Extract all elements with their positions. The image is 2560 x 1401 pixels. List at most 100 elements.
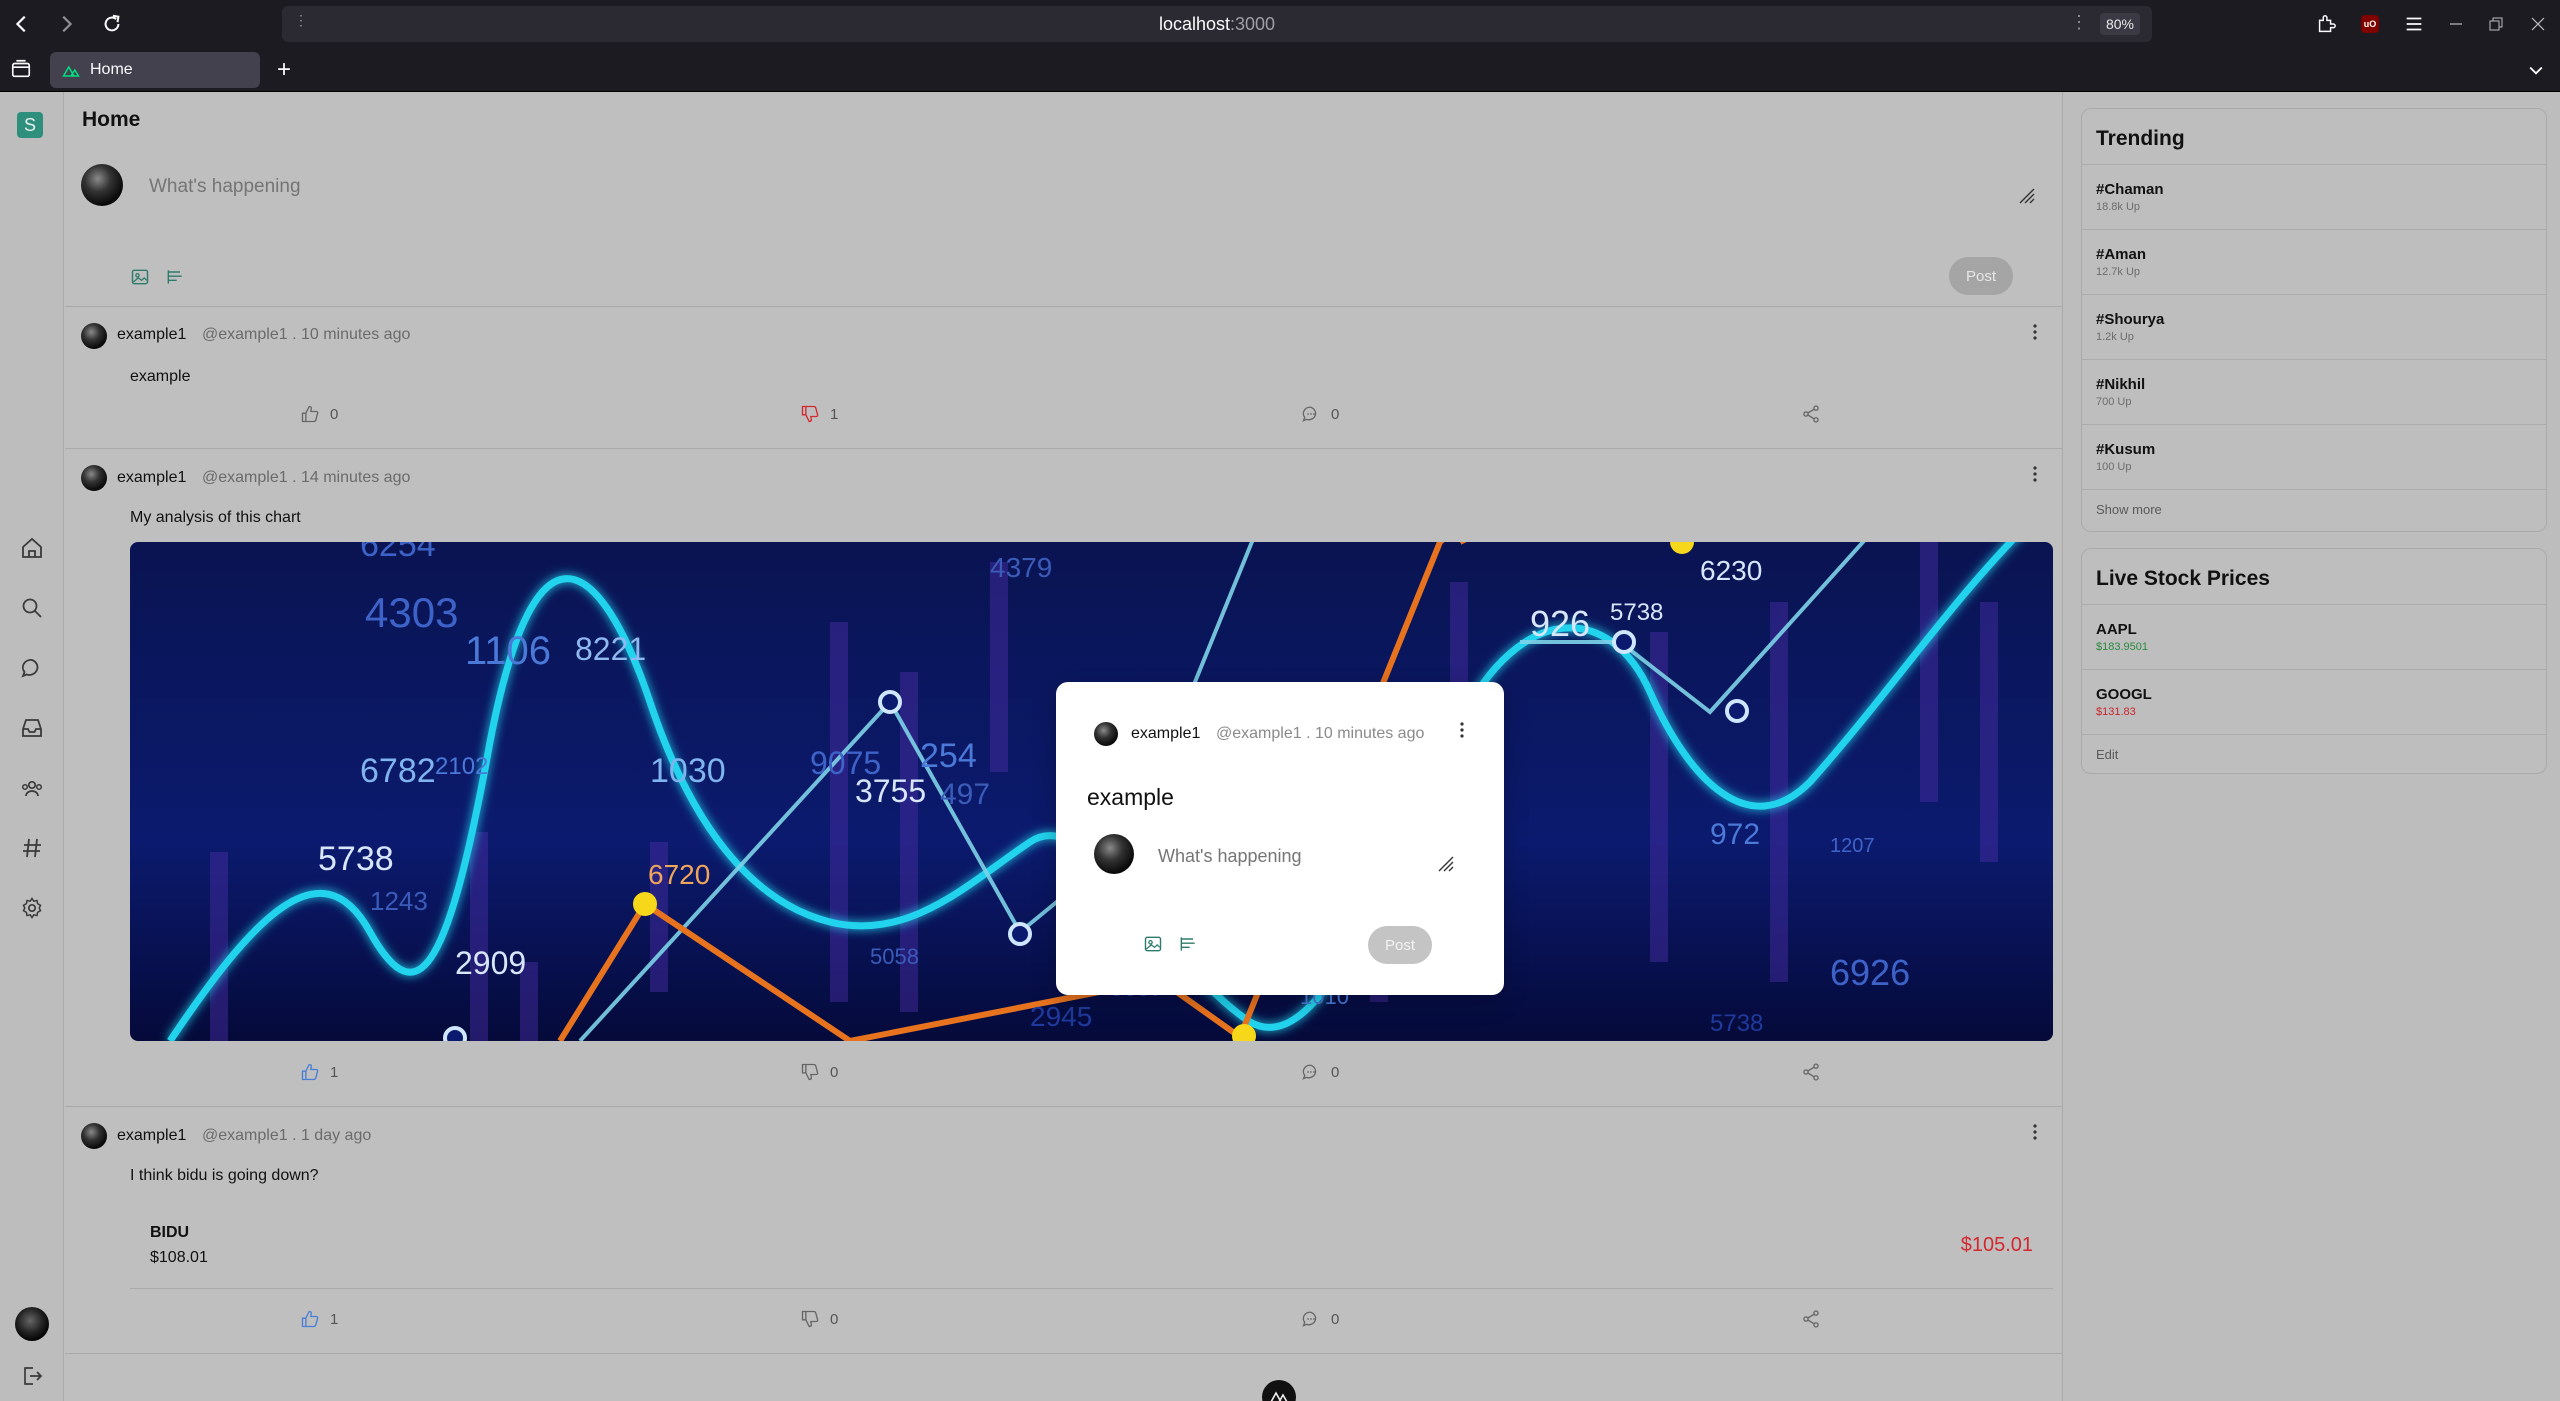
chart-image-number: 1106 (465, 629, 551, 673)
new-tab-button[interactable]: + (270, 56, 298, 84)
tab-list-icon[interactable] (10, 58, 36, 82)
stock-item[interactable]: GOOGL $131.83 (2082, 669, 2546, 734)
tab-home[interactable]: Home (50, 52, 260, 88)
stock-card[interactable]: BIDU $108.01 $105.01 (130, 1214, 2053, 1288)
dislike-button[interactable]: 0 (800, 1309, 838, 1329)
chart-image-number: 5738 (1610, 599, 1663, 626)
trending-tag: #Kusum (2096, 441, 2156, 458)
menu-icon[interactable] (2392, 13, 2436, 35)
trending-item[interactable]: #Kusum 100 Up (2082, 424, 2546, 489)
edit-stocks-link[interactable]: Edit (2096, 747, 2118, 762)
trending-tag: #Nikhil (2096, 376, 2146, 393)
nuxt-devtools-button[interactable] (1262, 1380, 1296, 1401)
dislike-button[interactable]: 1 (800, 404, 838, 424)
modal-post-username[interactable]: example1 (1131, 725, 1200, 743)
chart-image-candle (1650, 632, 1668, 962)
restore-icon[interactable] (2476, 16, 2516, 32)
thumbs-up-icon (300, 1309, 320, 1329)
share-button[interactable] (1801, 404, 1821, 424)
app-logo[interactable]: S (17, 112, 43, 138)
reload-icon[interactable] (90, 0, 134, 48)
list-all-tabs-icon[interactable] (2526, 60, 2546, 80)
gear-icon[interactable] (20, 896, 44, 920)
trending-item[interactable]: #Chaman 18.8k Up (2082, 164, 2546, 229)
like-button[interactable]: 0 (300, 404, 338, 424)
trending-tag: #Shourya (2096, 311, 2165, 328)
close-window-icon[interactable] (2516, 16, 2560, 32)
stock-prices-title: Live Stock Prices (2096, 567, 2270, 590)
stock-tag-icon[interactable] (165, 267, 187, 289)
hashtag-icon[interactable] (20, 836, 44, 860)
ublock-icon[interactable]: uO (2348, 15, 2392, 33)
post-username[interactable]: example1 (117, 1127, 186, 1145)
post-menu-icon[interactable] (2025, 322, 2045, 342)
comment-button[interactable]: 0 (1301, 404, 1339, 424)
community-icon[interactable] (20, 776, 44, 800)
image-upload-icon[interactable] (130, 267, 152, 289)
resize-grip-icon[interactable] (2017, 186, 2035, 204)
like-count: 0 (330, 405, 339, 423)
dislike-count: 1 (830, 405, 839, 423)
stock-item[interactable]: AAPL $183.9501 (2082, 604, 2546, 669)
trending-item[interactable]: #Aman 12.7k Up (2082, 229, 2546, 294)
comment-button[interactable]: 0 (1301, 1062, 1339, 1082)
chart-image-dot (443, 1026, 467, 1041)
chart-image-candle (830, 622, 848, 1002)
post-avatar[interactable] (81, 1123, 107, 1149)
nuxt-favicon-icon (62, 62, 80, 78)
forward-icon[interactable] (44, 0, 88, 48)
chart-image-dot (1612, 630, 1636, 654)
show-more-link[interactable]: Show more (2096, 502, 2162, 517)
resize-grip-icon[interactable] (1436, 854, 1454, 872)
chat-icon[interactable] (20, 656, 44, 680)
trending-tag: #Aman (2096, 246, 2147, 263)
post-avatar[interactable] (81, 323, 107, 349)
image-upload-icon[interactable] (1143, 934, 1165, 956)
minimize-icon[interactable] (2436, 16, 2476, 32)
trending-count: 18.8k Up (2096, 201, 2141, 213)
page-actions-icon[interactable]: ⋮ (2070, 12, 2088, 33)
modal-menu-icon[interactable] (1452, 720, 1472, 740)
home-icon[interactable] (20, 536, 44, 560)
chart-image-dot (633, 892, 657, 916)
comment-icon (1301, 1309, 1321, 1329)
search-icon[interactable] (20, 596, 44, 620)
post-username[interactable]: example1 (117, 326, 186, 344)
stock-prices-card: Live Stock Prices AAPL $183.9501 GOOGL $… (2081, 548, 2547, 774)
divider (65, 448, 2062, 449)
logout-icon[interactable] (20, 1364, 44, 1388)
inbox-icon[interactable] (20, 716, 44, 740)
back-icon[interactable] (0, 0, 44, 48)
trending-title: Trending (2096, 127, 2185, 150)
post-menu-icon[interactable] (2025, 1122, 2045, 1142)
chart-image-dot (1008, 922, 1032, 946)
reply-input[interactable] (1158, 846, 1418, 867)
stock-tag-icon[interactable] (1178, 934, 1200, 956)
show-more-row: Show more (2082, 489, 2546, 533)
zoom-level[interactable]: 80% (2099, 13, 2140, 35)
composer-input[interactable] (149, 176, 2049, 198)
post-username[interactable]: example1 (117, 469, 186, 487)
chart-image-number: 1207 (1830, 835, 1875, 857)
reply-post-button[interactable]: Post (1368, 926, 1432, 964)
user-avatar[interactable] (15, 1307, 49, 1341)
comment-button[interactable]: 0 (1301, 1309, 1339, 1329)
post-avatar[interactable] (81, 465, 107, 491)
url-text: localhost:3000 (282, 14, 2152, 35)
chart-image-number: 1243 (370, 886, 428, 916)
dislike-count: 0 (830, 1310, 839, 1328)
like-button[interactable]: 1 (300, 1062, 338, 1082)
divider (65, 1106, 2062, 1107)
trending-item[interactable]: #Nikhil 700 Up (2082, 359, 2546, 424)
address-bar[interactable]: ⋮ localhost:3000 ⋮ 80% (282, 6, 2152, 42)
dislike-button[interactable]: 0 (800, 1062, 838, 1082)
post-menu-icon[interactable] (2025, 464, 2045, 484)
share-button[interactable] (1801, 1309, 1821, 1329)
like-button[interactable]: 1 (300, 1309, 338, 1329)
chart-image-number: 497 (940, 778, 990, 811)
post-button[interactable]: Post (1949, 257, 2013, 295)
share-button[interactable] (1801, 1062, 1821, 1082)
edit-row: Edit (2082, 734, 2546, 775)
extensions-icon[interactable] (2304, 13, 2348, 35)
trending-item[interactable]: #Shourya 1.2k Up (2082, 294, 2546, 359)
